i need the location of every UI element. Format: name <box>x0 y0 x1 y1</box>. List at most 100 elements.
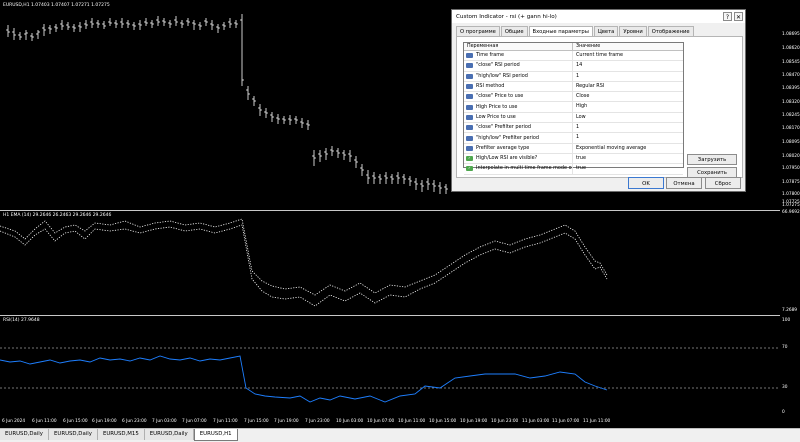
ema-indicator-chart[interactable] <box>0 211 780 315</box>
price-axis-label: 1.08245 <box>782 113 800 118</box>
chart-tab[interactable]: EURUSD,Daily <box>144 429 194 440</box>
param-name: Low Price to use <box>476 113 516 120</box>
dialog-tabs: О программе Общие Входные параметры Цвет… <box>456 26 745 37</box>
param-value[interactable]: High <box>572 102 683 112</box>
grid-header: Переменная Значение <box>464 43 683 51</box>
reset-button[interactable]: Сброс <box>705 177 741 189</box>
time-axis-label: 10 Jun 15:00 <box>429 419 457 424</box>
close-icon[interactable]: ✕ <box>734 12 743 21</box>
rsi-axis-70: 70 <box>782 345 788 350</box>
time-axis-label: 7 Jun 23:00 <box>305 419 330 424</box>
price-axis-label: 1.08620 <box>782 46 800 51</box>
time-axis-label: 10 Jun 07:00 <box>367 419 395 424</box>
int-param-icon <box>466 94 473 100</box>
time-axis-label: 11 Jun 07:00 <box>552 419 580 424</box>
bool-param-icon: ✓ <box>466 156 473 162</box>
input-param-row[interactable]: "high/low" Prefilter period 1 <box>464 133 683 144</box>
time-axis-label: 11 Jun 11:00 <box>583 419 611 424</box>
param-name: "close" Prefilter period <box>476 124 531 131</box>
input-param-row[interactable]: ✓Interpolate in multi time frame mode on… <box>464 164 683 175</box>
param-value[interactable]: Close <box>572 92 683 102</box>
input-param-row[interactable]: "close" Price to use Close <box>464 92 683 103</box>
price-axis-label: 1.08095 <box>782 140 800 145</box>
param-name: "high/low" RSI period <box>476 72 528 79</box>
bool-param-icon: ✓ <box>466 166 473 172</box>
price-axis-label: 1.08170 <box>782 126 800 131</box>
load-button[interactable]: Загрузить <box>687 154 737 165</box>
chart-tab[interactable]: EURUSD,M15 <box>97 429 145 440</box>
rsi-indicator-chart[interactable] <box>0 316 780 416</box>
time-axis-label: 7 Jun 03:00 <box>152 419 177 424</box>
param-name-cell: "close" RSI period <box>464 61 572 70</box>
rsi-axis-bottom: 0 <box>782 410 785 415</box>
cancel-button[interactable]: Отмена <box>666 177 702 189</box>
chart-tab[interactable]: EURUSD,H1 <box>193 429 238 441</box>
rsi-line <box>0 355 608 403</box>
param-value[interactable]: 1 <box>572 123 683 133</box>
int-param-icon <box>466 125 473 131</box>
param-value[interactable]: 1 <box>572 133 683 143</box>
time-axis-label: 10 Jun 23:00 <box>491 419 519 424</box>
param-name: High/Low RSI are visible? <box>476 155 538 162</box>
input-param-row[interactable]: "close" Prefilter period 1 <box>464 123 683 134</box>
help-button[interactable]: ? <box>723 12 732 21</box>
price-axis-label: 1.08695 <box>782 32 800 37</box>
rsi-axis-top: 100 <box>782 318 791 323</box>
param-name-cell: ✓ High/Low RSI are visible? <box>464 154 572 163</box>
input-param-row[interactable]: "high/low" RSI period 1 <box>464 71 683 82</box>
ok-button[interactable]: OK <box>628 177 664 189</box>
int-param-icon <box>466 135 473 141</box>
chart-tab[interactable]: EURUSD,Daily <box>48 429 98 440</box>
param-value[interactable]: 14 <box>572 61 683 71</box>
time-axis-label: 6 Jun 2024 <box>2 419 26 424</box>
param-name: RSI method <box>476 83 505 90</box>
param-value[interactable]: Current time frame <box>572 51 683 61</box>
input-param-row[interactable]: Prefilter average type Exponential moving… <box>464 143 683 154</box>
ema-axis-top: 66.9692 <box>782 210 800 215</box>
input-param-row[interactable]: Low Price to use Low <box>464 112 683 124</box>
custom-indicator-dialog: Custom Indicator - rsi (+ gann hi-lo) ? … <box>451 9 746 192</box>
ema-dotted-lower <box>0 224 608 307</box>
input-param-row[interactable]: ✓ High/Low RSI are visible? true <box>464 153 683 165</box>
chart-tabbar: EURUSD,Daily EURUSD,Daily EURUSD,M15 EURUSD… <box>0 428 800 442</box>
param-name-cell: High Price to use <box>464 102 572 111</box>
price-axis-label: 1.07275 <box>782 203 800 208</box>
time-axis-label: 7 Jun 07:00 <box>182 419 207 424</box>
param-name-cell: "high/low" Prefilter period <box>464 133 572 142</box>
ema-dotted-upper <box>0 218 608 296</box>
price-axis-label: 1.08395 <box>782 86 800 91</box>
time-axis-label: 6 Jun 19:00 <box>92 419 117 424</box>
time-axis-label: 6 Jun 15:00 <box>63 419 88 424</box>
param-value[interactable]: 1 <box>572 71 683 81</box>
param-value[interactable]: Regular RSI <box>572 81 683 92</box>
int-param-icon <box>466 145 473 151</box>
dialog-titlebar[interactable]: Custom Indicator - rsi (+ gann hi-lo) ? … <box>452 10 745 23</box>
param-name: Interpolate in multi time frame mode on/… <box>476 165 572 172</box>
dialog-title: Custom Indicator - rsi (+ gann hi-lo) <box>456 13 557 20</box>
param-value[interactable]: Exponential moving average <box>572 143 683 153</box>
int-param-icon <box>466 84 473 90</box>
inputs-grid: Переменная Значение Time frame Current ti… <box>463 42 684 175</box>
col-name-header: Переменная <box>467 44 499 49</box>
candle-series <box>6 14 448 194</box>
param-name: "close" Price to use <box>476 93 524 100</box>
int-param-icon <box>466 53 473 59</box>
input-param-row[interactable]: "close" RSI period 14 <box>464 61 683 72</box>
input-param-row[interactable]: High Price to use High <box>464 102 683 113</box>
input-param-row[interactable]: RSI method Regular RSI <box>464 81 683 93</box>
int-param-icon <box>466 114 473 120</box>
time-axis-label: 6 Jun 11:00 <box>32 419 57 424</box>
price-axis-label: 1.08545 <box>782 60 800 65</box>
price-axis-label: 1.07950 <box>782 166 800 171</box>
chart-tab[interactable]: EURUSD,Daily <box>0 429 49 440</box>
time-axis-label: 7 Jun 19:00 <box>274 419 299 424</box>
param-name: "high/low" Prefilter period <box>476 134 539 141</box>
param-value[interactable]: true <box>572 164 683 174</box>
time-axis-label: 7 Jun 11:00 <box>213 419 238 424</box>
time-axis-label: 10 Jun 03:00 <box>336 419 364 424</box>
param-value[interactable]: true <box>572 153 683 164</box>
input-param-row[interactable]: Time frame Current time frame <box>464 51 683 62</box>
param-value[interactable]: Low <box>572 112 683 123</box>
int-param-icon <box>466 63 473 69</box>
price-axis[interactable]: 66.9692 7.2689 100 70 30 0 1.08695 1.0862… <box>780 0 800 428</box>
